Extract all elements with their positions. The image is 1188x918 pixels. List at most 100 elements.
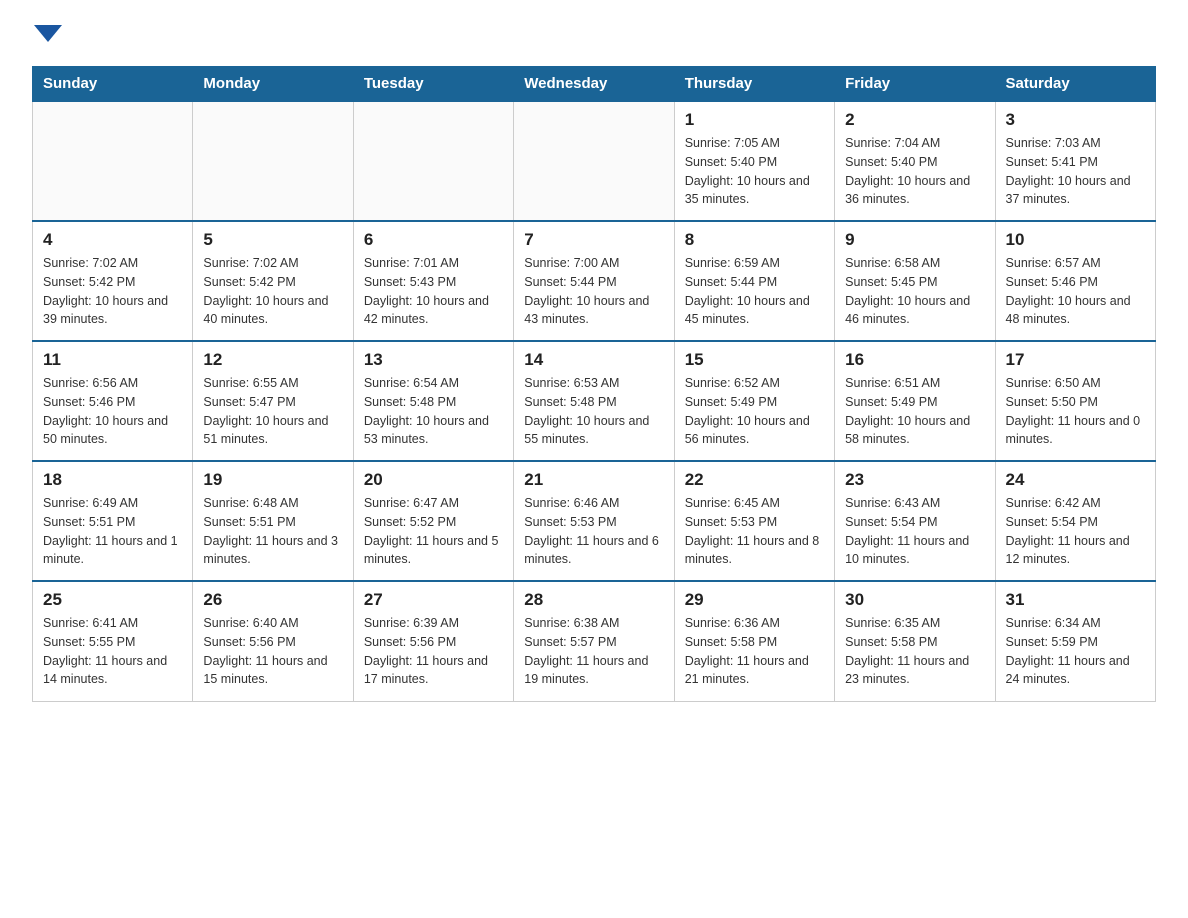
day-number: 9	[845, 230, 984, 250]
day-number: 24	[1006, 470, 1145, 490]
day-info: Sunrise: 7:02 AMSunset: 5:42 PMDaylight:…	[43, 254, 182, 329]
calendar-cell: 18 Sunrise: 6:49 AMSunset: 5:51 PMDayligh…	[33, 461, 193, 581]
logo-arrow-icon	[34, 20, 62, 48]
day-number: 7	[524, 230, 663, 250]
days-of-week-row: SundayMondayTuesdayWednesdayThursdayFrid…	[33, 67, 1156, 102]
day-number: 19	[203, 470, 342, 490]
calendar-cell: 30 Sunrise: 6:35 AMSunset: 5:58 PMDayligh…	[835, 581, 995, 701]
calendar-cell: 21 Sunrise: 6:46 AMSunset: 5:53 PMDayligh…	[514, 461, 674, 581]
calendar-week-row: 1Sunrise: 7:05 AMSunset: 5:40 PMDaylight…	[33, 101, 1156, 221]
day-info: Sunrise: 6:50 AMSunset: 5:50 PMDaylight:…	[1006, 374, 1145, 449]
day-info: Sunrise: 7:04 AMSunset: 5:40 PMDaylight:…	[845, 134, 984, 209]
day-info: Sunrise: 6:47 AMSunset: 5:52 PMDaylight:…	[364, 494, 503, 569]
day-number: 11	[43, 350, 182, 370]
day-number: 26	[203, 590, 342, 610]
day-info: Sunrise: 6:51 AMSunset: 5:49 PMDaylight:…	[845, 374, 984, 449]
day-number: 28	[524, 590, 663, 610]
calendar-cell: 11 Sunrise: 6:56 AMSunset: 5:46 PMDayligh…	[33, 341, 193, 461]
calendar-week-row: 25 Sunrise: 6:41 AMSunset: 5:55 PMDayligh…	[33, 581, 1156, 701]
day-info: Sunrise: 6:57 AMSunset: 5:46 PMDaylight:…	[1006, 254, 1145, 329]
day-number: 27	[364, 590, 503, 610]
day-info: Sunrise: 6:54 AMSunset: 5:48 PMDaylight:…	[364, 374, 503, 449]
day-info: Sunrise: 6:46 AMSunset: 5:53 PMDaylight:…	[524, 494, 663, 569]
day-of-week-header: Thursday	[674, 67, 834, 102]
day-number: 16	[845, 350, 984, 370]
day-number: 8	[685, 230, 824, 250]
calendar-cell: 3 Sunrise: 7:03 AMSunset: 5:41 PMDaylight…	[995, 101, 1155, 221]
calendar-cell: 7Sunrise: 7:00 AMSunset: 5:44 PMDaylight…	[514, 221, 674, 341]
day-of-week-header: Sunday	[33, 67, 193, 102]
day-info: Sunrise: 6:38 AMSunset: 5:57 PMDaylight:…	[524, 614, 663, 689]
calendar-header: SundayMondayTuesdayWednesdayThursdayFrid…	[33, 67, 1156, 102]
day-of-week-header: Tuesday	[353, 67, 513, 102]
day-number: 12	[203, 350, 342, 370]
day-number: 6	[364, 230, 503, 250]
calendar-cell: 6 Sunrise: 7:01 AMSunset: 5:43 PMDaylight…	[353, 221, 513, 341]
day-number: 10	[1006, 230, 1145, 250]
calendar-week-row: 11 Sunrise: 6:56 AMSunset: 5:46 PMDayligh…	[33, 341, 1156, 461]
calendar-cell	[353, 101, 513, 221]
day-info: Sunrise: 6:45 AMSunset: 5:53 PMDaylight:…	[685, 494, 824, 569]
day-number: 30	[845, 590, 984, 610]
calendar-cell: 1Sunrise: 7:05 AMSunset: 5:40 PMDaylight…	[674, 101, 834, 221]
calendar-cell: 24Sunrise: 6:42 AMSunset: 5:54 PMDayligh…	[995, 461, 1155, 581]
calendar-cell: 2 Sunrise: 7:04 AMSunset: 5:40 PMDaylight…	[835, 101, 995, 221]
day-info: Sunrise: 7:01 AMSunset: 5:43 PMDaylight:…	[364, 254, 503, 329]
calendar-table: SundayMondayTuesdayWednesdayThursdayFrid…	[32, 66, 1156, 702]
calendar-cell: 10 Sunrise: 6:57 AMSunset: 5:46 PMDayligh…	[995, 221, 1155, 341]
calendar-cell: 25 Sunrise: 6:41 AMSunset: 5:55 PMDayligh…	[33, 581, 193, 701]
calendar-cell: 5Sunrise: 7:02 AMSunset: 5:42 PMDaylight…	[193, 221, 353, 341]
day-number: 15	[685, 350, 824, 370]
day-info: Sunrise: 6:58 AMSunset: 5:45 PMDaylight:…	[845, 254, 984, 329]
calendar-cell: 22 Sunrise: 6:45 AMSunset: 5:53 PMDayligh…	[674, 461, 834, 581]
day-info: Sunrise: 6:36 AMSunset: 5:58 PMDaylight:…	[685, 614, 824, 689]
day-info: Sunrise: 6:52 AMSunset: 5:49 PMDaylight:…	[685, 374, 824, 449]
calendar-cell: 28 Sunrise: 6:38 AMSunset: 5:57 PMDayligh…	[514, 581, 674, 701]
calendar-cell: 20 Sunrise: 6:47 AMSunset: 5:52 PMDayligh…	[353, 461, 513, 581]
calendar-cell: 31Sunrise: 6:34 AMSunset: 5:59 PMDayligh…	[995, 581, 1155, 701]
day-number: 2	[845, 110, 984, 130]
day-number: 20	[364, 470, 503, 490]
day-number: 18	[43, 470, 182, 490]
day-number: 22	[685, 470, 824, 490]
calendar-cell: 27 Sunrise: 6:39 AMSunset: 5:56 PMDayligh…	[353, 581, 513, 701]
day-number: 23	[845, 470, 984, 490]
calendar-cell: 8 Sunrise: 6:59 AMSunset: 5:44 PMDaylight…	[674, 221, 834, 341]
day-info: Sunrise: 6:56 AMSunset: 5:46 PMDaylight:…	[43, 374, 182, 449]
day-info: Sunrise: 7:05 AMSunset: 5:40 PMDaylight:…	[685, 134, 824, 209]
day-info: Sunrise: 6:55 AMSunset: 5:47 PMDaylight:…	[203, 374, 342, 449]
day-info: Sunrise: 6:43 AMSunset: 5:54 PMDaylight:…	[845, 494, 984, 569]
day-info: Sunrise: 6:35 AMSunset: 5:58 PMDaylight:…	[845, 614, 984, 689]
day-number: 3	[1006, 110, 1145, 130]
day-info: Sunrise: 7:02 AMSunset: 5:42 PMDaylight:…	[203, 254, 342, 329]
calendar-cell: 16 Sunrise: 6:51 AMSunset: 5:49 PMDayligh…	[835, 341, 995, 461]
day-info: Sunrise: 6:39 AMSunset: 5:56 PMDaylight:…	[364, 614, 503, 689]
calendar-cell	[193, 101, 353, 221]
calendar-cell: 26 Sunrise: 6:40 AMSunset: 5:56 PMDayligh…	[193, 581, 353, 701]
day-number: 21	[524, 470, 663, 490]
day-of-week-header: Friday	[835, 67, 995, 102]
day-info: Sunrise: 6:34 AMSunset: 5:59 PMDaylight:…	[1006, 614, 1145, 689]
day-of-week-header: Monday	[193, 67, 353, 102]
calendar-week-row: 4 Sunrise: 7:02 AMSunset: 5:42 PMDaylight…	[33, 221, 1156, 341]
day-number: 13	[364, 350, 503, 370]
day-info: Sunrise: 6:41 AMSunset: 5:55 PMDaylight:…	[43, 614, 182, 689]
calendar-cell: 17Sunrise: 6:50 AMSunset: 5:50 PMDayligh…	[995, 341, 1155, 461]
calendar-body: 1Sunrise: 7:05 AMSunset: 5:40 PMDaylight…	[33, 101, 1156, 701]
day-number: 4	[43, 230, 182, 250]
day-info: Sunrise: 7:03 AMSunset: 5:41 PMDaylight:…	[1006, 134, 1145, 209]
calendar-week-row: 18 Sunrise: 6:49 AMSunset: 5:51 PMDayligh…	[33, 461, 1156, 581]
day-of-week-header: Saturday	[995, 67, 1155, 102]
day-info: Sunrise: 6:53 AMSunset: 5:48 PMDaylight:…	[524, 374, 663, 449]
day-info: Sunrise: 6:59 AMSunset: 5:44 PMDaylight:…	[685, 254, 824, 329]
day-number: 25	[43, 590, 182, 610]
calendar-cell: 23 Sunrise: 6:43 AMSunset: 5:54 PMDayligh…	[835, 461, 995, 581]
logo	[32, 24, 62, 50]
calendar-cell	[33, 101, 193, 221]
day-info: Sunrise: 6:40 AMSunset: 5:56 PMDaylight:…	[203, 614, 342, 689]
calendar-cell: 14Sunrise: 6:53 AMSunset: 5:48 PMDayligh…	[514, 341, 674, 461]
day-info: Sunrise: 6:49 AMSunset: 5:51 PMDaylight:…	[43, 494, 182, 569]
calendar-cell: 9 Sunrise: 6:58 AMSunset: 5:45 PMDaylight…	[835, 221, 995, 341]
calendar-cell: 15 Sunrise: 6:52 AMSunset: 5:49 PMDayligh…	[674, 341, 834, 461]
calendar-cell: 12 Sunrise: 6:55 AMSunset: 5:47 PMDayligh…	[193, 341, 353, 461]
